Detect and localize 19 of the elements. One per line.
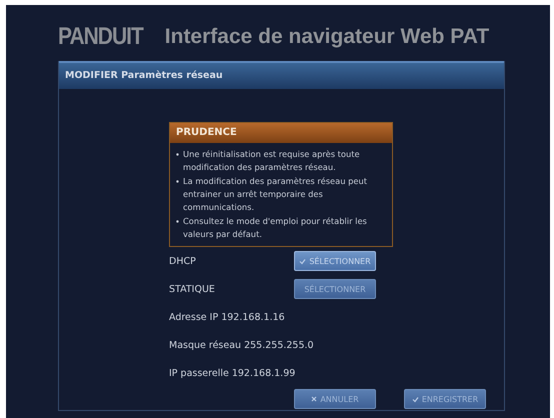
network-setting: IP passerelle 192.168.1.99 xyxy=(169,366,296,380)
network-setting: Masque réseau 255.255.255.0 xyxy=(169,338,315,352)
select-button[interactable]: SÉLECTIONNER xyxy=(294,279,376,299)
save-button[interactable]: ENREGISTRER xyxy=(404,389,486,409)
cancel-button[interactable]: ANNULER xyxy=(294,389,376,409)
check-icon xyxy=(412,396,419,402)
select-button[interactable]: SÉLECTIONNER xyxy=(294,251,376,271)
caution-text: Consultez le mode d'emploi pour rétablir les valeurs par défaut. xyxy=(183,215,368,241)
logo: PANDUIT xyxy=(58,23,143,51)
caution-text: La modification des paramètres réseau peut entrainer un arrêt temporaire des communications. xyxy=(183,175,368,214)
close-icon xyxy=(311,396,318,402)
page-title: Interface de navigateur Web PAT xyxy=(164,25,490,49)
mode-label: STATIQUE xyxy=(169,284,216,294)
caution-title: PRUDENCE xyxy=(170,123,392,143)
panel-title: MODIFIER Paramètres réseau xyxy=(59,61,504,89)
caution-text: Une réinitialisation est requise après toute modification des paramètres réseau. xyxy=(183,148,361,174)
check-icon xyxy=(299,258,306,264)
network-setting: Adresse IP 192.168.1.16 xyxy=(169,310,286,324)
mode-label: DHCP xyxy=(169,256,197,266)
